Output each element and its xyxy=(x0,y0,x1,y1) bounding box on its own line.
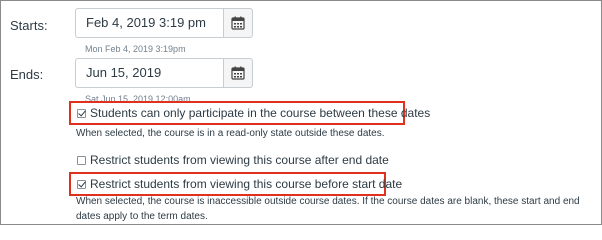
restrict-before-start-checkbox[interactable] xyxy=(77,180,86,189)
restrict-after-end-label[interactable]: Restrict students from viewing this cour… xyxy=(90,153,389,167)
between-dates-checkbox[interactable] xyxy=(77,109,86,118)
end-date-calendar-button[interactable] xyxy=(223,58,253,88)
calendar-icon xyxy=(231,16,245,30)
end-date-input[interactable]: Jun 15, 2019 xyxy=(75,58,223,88)
starts-label: Starts: xyxy=(10,18,48,33)
between-dates-label[interactable]: Students can only participate in the cou… xyxy=(90,106,430,120)
start-date-hint: Mon Feb 4, 2019 3:19pm xyxy=(85,44,186,54)
start-date-input[interactable]: Feb 4, 2019 3:19 pm xyxy=(75,8,223,38)
between-dates-description: When selected, the course is in a read-o… xyxy=(76,128,385,139)
restrict-after-end-checkbox[interactable] xyxy=(77,156,86,165)
restrict-before-start-label[interactable]: Restrict students from viewing this cour… xyxy=(90,177,402,191)
settings-panel: Starts: Feb 4, 2019 3:19 pm Mon Feb 4, 2… xyxy=(0,0,602,225)
start-date-calendar-button[interactable] xyxy=(223,8,253,38)
restrict-before-start-description: When selected, the course is inaccessibl… xyxy=(76,196,580,222)
calendar-icon xyxy=(231,66,245,80)
ends-label: Ends: xyxy=(10,67,44,82)
